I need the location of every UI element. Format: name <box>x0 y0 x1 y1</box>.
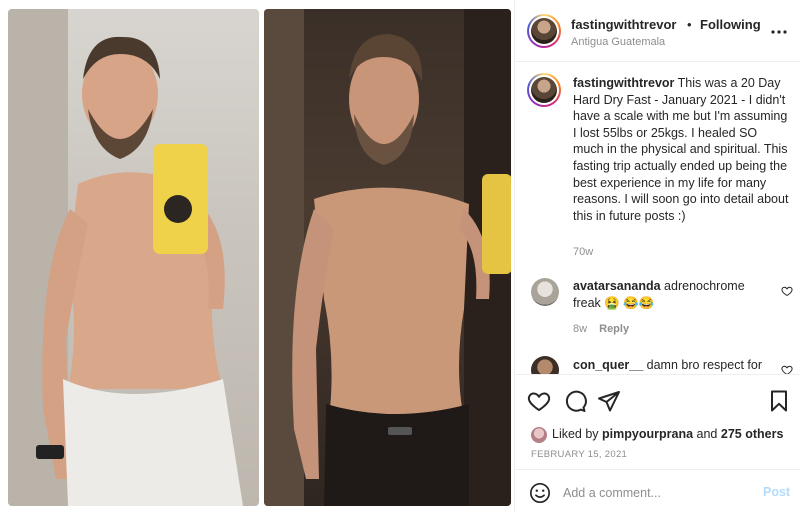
author-username[interactable]: fastingwithtrevor <box>571 17 676 32</box>
comment-bubble-icon[interactable] <box>563 389 587 413</box>
separator-dot: • <box>687 17 692 32</box>
caption-timestamp[interactable]: 70w <box>573 246 593 258</box>
comment-text: damn bro respect for <box>646 358 762 372</box>
comment-username[interactable]: avatarsananda <box>573 279 661 293</box>
comments-list[interactable]: fastingwithtrevor This was a 20 Day Hard… <box>515 63 800 374</box>
caption-username[interactable]: fastingwithtrevor <box>573 76 674 90</box>
likes-others-link[interactable]: 275 others <box>721 427 784 441</box>
caption-author-avatar[interactable] <box>527 73 561 107</box>
following-button[interactable]: Following <box>700 17 761 32</box>
author-avatar[interactable] <box>527 14 561 48</box>
liker-username[interactable]: pimpyourprana <box>602 427 693 441</box>
comment: avatarsananda adrenochrome freak 🤮 😂😂 <box>573 278 773 311</box>
likes-prefix: Liked by <box>552 427 599 441</box>
comment-heart-icon[interactable] <box>781 285 793 297</box>
paper-plane-icon[interactable] <box>597 389 621 413</box>
comment: con_quer__ damn bro respect for <box>573 357 773 374</box>
comment-input[interactable] <box>563 482 743 504</box>
after-photo <box>264 9 511 506</box>
smiley-icon[interactable] <box>529 482 551 504</box>
post-button[interactable]: Post <box>763 485 790 499</box>
bookmark-icon[interactable] <box>767 389 791 413</box>
post-date[interactable]: FEBRUARY 15, 2021 <box>531 449 627 460</box>
caption-text: This was a 20 Day Hard Dry Fast - Januar… <box>573 76 789 223</box>
post-header: fastingwithtrevor • Following Antigua Gu… <box>515 0 800 62</box>
liker-avatar[interactable] <box>531 427 547 443</box>
before-photo <box>8 9 259 506</box>
more-horizontal-icon[interactable] <box>769 22 789 42</box>
post-media[interactable] <box>0 0 514 513</box>
comment-heart-icon[interactable] <box>781 364 793 374</box>
commenter-avatar[interactable] <box>531 278 559 306</box>
post-location[interactable]: Antigua Guatemala <box>571 36 665 48</box>
commenter-avatar[interactable] <box>531 356 559 374</box>
reply-button[interactable]: Reply <box>599 323 629 335</box>
likes-connector: and <box>696 427 718 441</box>
post-side-panel: fastingwithtrevor • Following Antigua Gu… <box>514 0 800 513</box>
caption: fastingwithtrevor This was a 20 Day Hard… <box>573 75 791 224</box>
comment-timestamp[interactable]: 8w <box>573 323 587 335</box>
add-comment-bar: Post <box>515 469 800 513</box>
likes-summary: Liked by pimpyourprana and 275 others <box>552 427 783 441</box>
comment-username[interactable]: con_quer__ <box>573 358 643 372</box>
post-actions: Liked by pimpyourprana and 275 others FE… <box>515 374 800 513</box>
comment-meta: 8w Reply <box>573 323 629 335</box>
heart-icon[interactable] <box>527 389 551 413</box>
